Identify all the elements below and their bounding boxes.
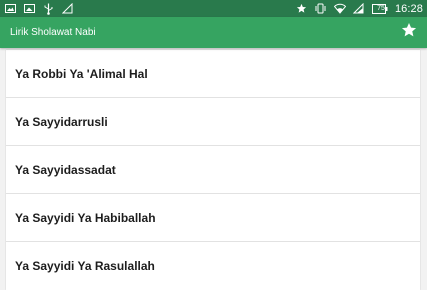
wifi-icon bbox=[333, 3, 346, 15]
list-item[interactable]: Ya Sayyidassadat bbox=[6, 146, 420, 194]
vibrate-icon bbox=[315, 3, 327, 15]
star-icon bbox=[401, 22, 417, 43]
list-item-label: Ya Robbi Ya 'Alimal Hal bbox=[15, 66, 148, 81]
status-time: 16:28 bbox=[394, 2, 423, 15]
list-item-label: Ya Sayyidi Ya Habiballah bbox=[15, 210, 156, 225]
status-bar: 75 16:28 bbox=[0, 0, 427, 17]
image-icon bbox=[4, 3, 16, 15]
list-item[interactable]: Ya Sayyidi Ya Habiballah bbox=[6, 194, 420, 242]
battery-level: 75 bbox=[377, 5, 385, 12]
list-item-label: Ya Sayyidassadat bbox=[15, 162, 116, 177]
debug-icon bbox=[61, 3, 73, 15]
app-bar: Lirik Sholawat Nabi bbox=[0, 17, 427, 48]
status-bar-notifications bbox=[4, 3, 73, 15]
list-item[interactable]: Ya Robbi Ya 'Alimal Hal bbox=[6, 50, 420, 98]
status-bar-system: 75 16:28 bbox=[296, 3, 423, 15]
sholawat-list: Ya Robbi Ya 'Alimal Hal Ya Sayyidarrusli… bbox=[6, 50, 420, 290]
list-item[interactable]: Ya Sayyidarrusli bbox=[6, 98, 420, 146]
usb-icon bbox=[42, 3, 54, 15]
star-icon bbox=[296, 3, 308, 15]
list-item-label: Ya Sayyidi Ya Rasulallah bbox=[15, 259, 155, 273]
favorites-button[interactable] bbox=[395, 17, 423, 48]
list-item-label: Ya Sayyidarrusli bbox=[15, 114, 108, 129]
app-title: Lirik Sholawat Nabi bbox=[10, 27, 96, 38]
signal-icon bbox=[353, 3, 365, 15]
photo-icon bbox=[23, 3, 35, 15]
list-item[interactable]: Ya Sayyidi Ya Rasulallah bbox=[6, 242, 420, 290]
